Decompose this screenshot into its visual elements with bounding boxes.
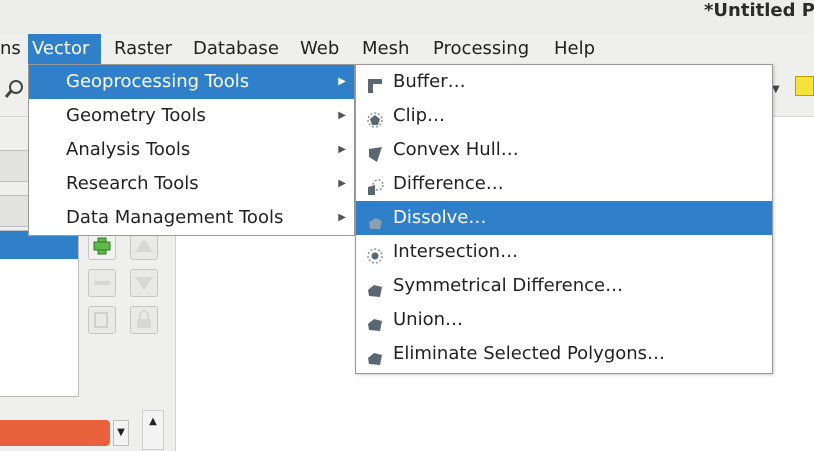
menu-mesh[interactable]: Mesh: [358, 34, 413, 64]
zoom-icon[interactable]: [4, 78, 24, 98]
lock-icon[interactable]: [130, 306, 158, 334]
menu-database[interactable]: Database: [189, 34, 283, 64]
intersection-icon: [366, 243, 384, 264]
menu-item-clip[interactable]: Clip…: [356, 99, 772, 133]
difference-icon: [366, 175, 384, 195]
chevron-right-icon: ▶: [338, 178, 346, 189]
window-title: *Untitled P: [704, 0, 814, 21]
eliminate-icon: [366, 345, 384, 365]
menu-item-analysis-tools[interactable]: Analysis Tools ▶: [29, 133, 354, 167]
union-icon: [366, 311, 384, 331]
menu-item-symmetrical-difference[interactable]: Symmetrical Difference…: [356, 269, 772, 303]
menu-item-geoprocessing-tools[interactable]: Geoprocessing Tools ▶: [29, 65, 354, 99]
title-bar: *Untitled P: [0, 0, 814, 34]
clip-icon: [366, 107, 384, 128]
menu-item-buffer[interactable]: Buffer…: [356, 65, 772, 99]
convex-hull-icon: [366, 141, 384, 162]
chevron-down-icon[interactable]: ▼: [772, 84, 780, 95]
menu-raster[interactable]: Raster: [110, 34, 176, 64]
menu-item-data-management-tools[interactable]: Data Management Tools ▶: [29, 201, 354, 235]
menu-item-intersection[interactable]: Intersection…: [356, 235, 772, 269]
move-up-icon[interactable]: [130, 232, 158, 260]
buffer-icon: [366, 73, 384, 93]
dissolve-icon: [366, 209, 384, 229]
chevron-right-icon: ▶: [338, 76, 346, 87]
menu-item-difference[interactable]: Difference…: [356, 167, 772, 201]
vector-menu: Geoprocessing Tools ▶ Geometry Tools ▶ Ana…: [28, 64, 355, 236]
spin-box[interactable]: ▲: [142, 410, 164, 450]
add-icon[interactable]: [88, 232, 116, 260]
move-down-icon[interactable]: [130, 269, 158, 297]
chevron-right-icon: ▶: [338, 212, 346, 223]
geoprocessing-submenu: Buffer… Clip… Convex Hull… Difference… D…: [355, 64, 773, 374]
layer-list[interactable]: [0, 230, 79, 397]
menu-item-research-tools[interactable]: Research Tools ▶: [29, 167, 354, 201]
chevron-right-icon: ▶: [338, 110, 346, 121]
color-ramp-combo[interactable]: [0, 420, 110, 446]
copy-icon[interactable]: [88, 306, 116, 334]
menu-item-eliminate-selected-polygons[interactable]: Eliminate Selected Polygons…: [356, 337, 772, 371]
menu-plugins[interactable]: ns: [0, 34, 25, 64]
menu-web[interactable]: Web: [296, 34, 343, 64]
menu-item-dissolve[interactable]: Dissolve…: [356, 201, 772, 235]
menu-bar: ns Vector Raster Database Web Mesh Proce…: [0, 34, 814, 64]
menu-item-union[interactable]: Union…: [356, 303, 772, 337]
chevron-right-icon: ▶: [338, 144, 346, 155]
chevron-down-icon[interactable]: ▼: [113, 420, 129, 446]
color-square-icon[interactable]: [795, 76, 814, 96]
menu-help[interactable]: Help: [550, 34, 599, 64]
menu-item-convex-hull[interactable]: Convex Hull…: [356, 133, 772, 167]
remove-icon[interactable]: [88, 269, 116, 297]
symmetrical-difference-icon: [366, 277, 384, 297]
menu-vector[interactable]: Vector: [28, 34, 101, 64]
menu-item-geometry-tools[interactable]: Geometry Tools ▶: [29, 99, 354, 133]
menu-processing[interactable]: Processing: [429, 34, 533, 64]
